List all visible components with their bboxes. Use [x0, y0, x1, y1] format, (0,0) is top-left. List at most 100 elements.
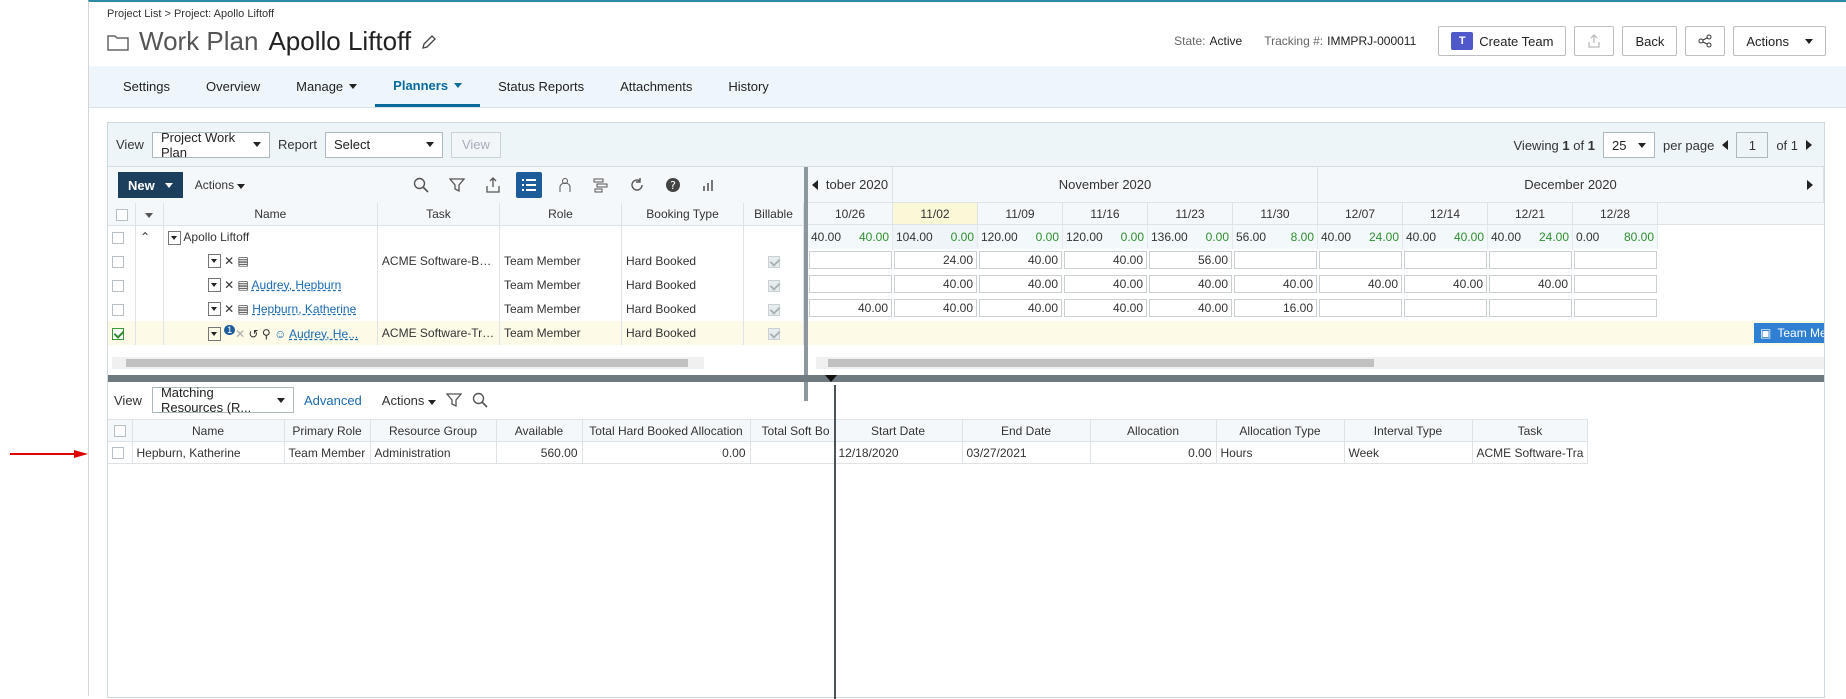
- hours-input[interactable]: [808, 273, 893, 297]
- back-button[interactable]: Back: [1622, 26, 1678, 56]
- row-checkbox[interactable]: [112, 255, 124, 268]
- row-checkbox[interactable]: [112, 447, 124, 460]
- grid-actions-dropdown[interactable]: Actions: [195, 178, 246, 192]
- tab-attachments[interactable]: Attachments: [602, 66, 710, 107]
- hours-input[interactable]: 40.00: [893, 273, 978, 297]
- col-total-hard-booked[interactable]: Total Hard Booked Allocation: [582, 419, 751, 442]
- hours-input[interactable]: [808, 249, 893, 273]
- hours-input[interactable]: 40.00: [1063, 273, 1148, 297]
- expand-all-cell[interactable]: [135, 203, 164, 226]
- tab-settings[interactable]: Settings: [105, 66, 188, 107]
- hours-input[interactable]: [1573, 249, 1658, 273]
- col-end-date[interactable]: End Date: [962, 419, 1091, 442]
- row-menu-dropdown[interactable]: [167, 230, 181, 245]
- hours-input[interactable]: 40.00: [1488, 273, 1573, 297]
- hours-input[interactable]: 40.00: [1063, 249, 1148, 273]
- link-icon[interactable]: ⚲: [262, 327, 271, 341]
- row-menu-dropdown[interactable]: [207, 302, 221, 317]
- tab-overview[interactable]: Overview: [188, 66, 278, 107]
- hours-input[interactable]: [1573, 297, 1658, 321]
- prev-page-icon[interactable]: [1722, 140, 1729, 150]
- hours-input[interactable]: 16.00: [1233, 297, 1318, 321]
- view-report-button[interactable]: View: [450, 131, 501, 158]
- notes-icon[interactable]: ▤: [238, 254, 249, 268]
- col-role[interactable]: Role: [499, 203, 623, 226]
- list-view-icon[interactable]: [516, 172, 542, 198]
- select-all-checkbox[interactable]: [115, 208, 128, 221]
- hours-input[interactable]: 40.00: [1403, 273, 1488, 297]
- hours-input[interactable]: 40.00: [978, 297, 1063, 321]
- allocation-bar[interactable]: ▣ Team Member (Audrey, Hepburn), Apol: [1754, 323, 1824, 343]
- col-billable[interactable]: Billable: [743, 203, 804, 226]
- notes-icon[interactable]: ▤: [238, 278, 249, 292]
- col-task[interactable]: Task: [1472, 419, 1589, 442]
- history-icon[interactable]: ↺: [249, 327, 259, 341]
- interval-type[interactable]: Week: [1344, 441, 1473, 464]
- hours-input[interactable]: 40.00: [893, 297, 978, 321]
- bottom-actions-dropdown[interactable]: Actions: [382, 393, 437, 408]
- start-date[interactable]: 12/18/2020: [834, 441, 963, 464]
- notes-icon[interactable]: ▤: [238, 302, 249, 316]
- col-name[interactable]: Name: [163, 203, 378, 226]
- col-allocation-type[interactable]: Allocation Type: [1216, 419, 1345, 442]
- col-booking-type[interactable]: Booking Type: [621, 203, 745, 226]
- filter-icon[interactable]: [446, 392, 463, 408]
- end-date[interactable]: 03/27/2021: [962, 441, 1091, 464]
- row-menu-dropdown[interactable]: [207, 278, 221, 293]
- select-all-cell[interactable]: [108, 203, 137, 226]
- report-select[interactable]: Select: [324, 131, 443, 158]
- hours-input[interactable]: [1318, 297, 1403, 321]
- row-menu-dropdown[interactable]: [207, 254, 221, 269]
- col-resource-group[interactable]: Resource Group: [370, 419, 497, 442]
- tab-manage[interactable]: Manage: [278, 66, 375, 107]
- advanced-link[interactable]: Advanced: [304, 393, 362, 408]
- hours-input[interactable]: [1573, 273, 1658, 297]
- actions-dropdown[interactable]: Actions: [1733, 26, 1826, 56]
- view-select[interactable]: Project Work Plan: [151, 130, 270, 160]
- hours-input[interactable]: 40.00: [1318, 273, 1403, 297]
- next-period-icon[interactable]: [1807, 179, 1813, 190]
- hours-input[interactable]: 40.00: [1063, 297, 1148, 321]
- create-team-button[interactable]: T Create Team: [1438, 26, 1567, 56]
- hours-input[interactable]: 40.00: [808, 297, 893, 321]
- allocation-type[interactable]: Hours: [1216, 441, 1345, 464]
- col-primary-role[interactable]: Primary Role: [284, 419, 371, 442]
- select-all-checkbox[interactable]: [113, 425, 126, 438]
- pane-divider[interactable]: [108, 375, 1824, 382]
- row-checkbox[interactable]: [112, 327, 124, 340]
- hours-input[interactable]: [1318, 249, 1403, 273]
- col-total-soft-booked[interactable]: Total Soft Bo: [750, 419, 835, 442]
- assign-icon[interactable]: ☺: [274, 327, 286, 341]
- chart-icon[interactable]: [696, 172, 722, 198]
- per-page-select[interactable]: 25: [1602, 132, 1655, 158]
- search-icon[interactable]: [408, 172, 434, 198]
- timeline-scrollbar-thumb[interactable]: [828, 359, 1374, 367]
- hours-input[interactable]: 40.00: [978, 273, 1063, 297]
- help-icon[interactable]: ?: [660, 172, 686, 198]
- col-task[interactable]: Task: [377, 203, 500, 226]
- col-interval-type[interactable]: Interval Type: [1344, 419, 1473, 442]
- hours-input[interactable]: [1488, 249, 1573, 273]
- bottom-grid-splitter[interactable]: [834, 385, 836, 699]
- task[interactable]: ACME Software-Tra: [1472, 441, 1589, 464]
- resource-link[interactable]: Hepburn, Katherine: [252, 302, 356, 316]
- tab-planners[interactable]: Planners: [375, 66, 481, 107]
- collapse-icon[interactable]: ⌃: [140, 230, 150, 244]
- search-icon[interactable]: [472, 392, 488, 408]
- resource-link[interactable]: Audrey, He...: [289, 327, 358, 341]
- hours-input[interactable]: 40.00: [1148, 273, 1233, 297]
- hours-input[interactable]: [1233, 249, 1318, 273]
- left-scrollbar-thumb[interactable]: [126, 359, 688, 367]
- bottom-view-select[interactable]: Matching Resources (R...: [151, 385, 294, 415]
- export-button[interactable]: [1574, 26, 1615, 56]
- hours-input[interactable]: [1488, 297, 1573, 321]
- page-input[interactable]: 1: [1736, 132, 1769, 158]
- tab-status-reports[interactable]: Status Reports: [480, 66, 602, 107]
- hours-input[interactable]: 24.00: [893, 249, 978, 273]
- tab-history[interactable]: History: [710, 66, 786, 107]
- breadcrumb[interactable]: Project List > Project: Apollo Liftoff: [107, 8, 274, 20]
- row-menu-dropdown[interactable]: [207, 327, 221, 342]
- new-button[interactable]: New: [118, 172, 183, 198]
- hours-input[interactable]: 56.00: [1148, 249, 1233, 273]
- hours-input[interactable]: [1403, 297, 1488, 321]
